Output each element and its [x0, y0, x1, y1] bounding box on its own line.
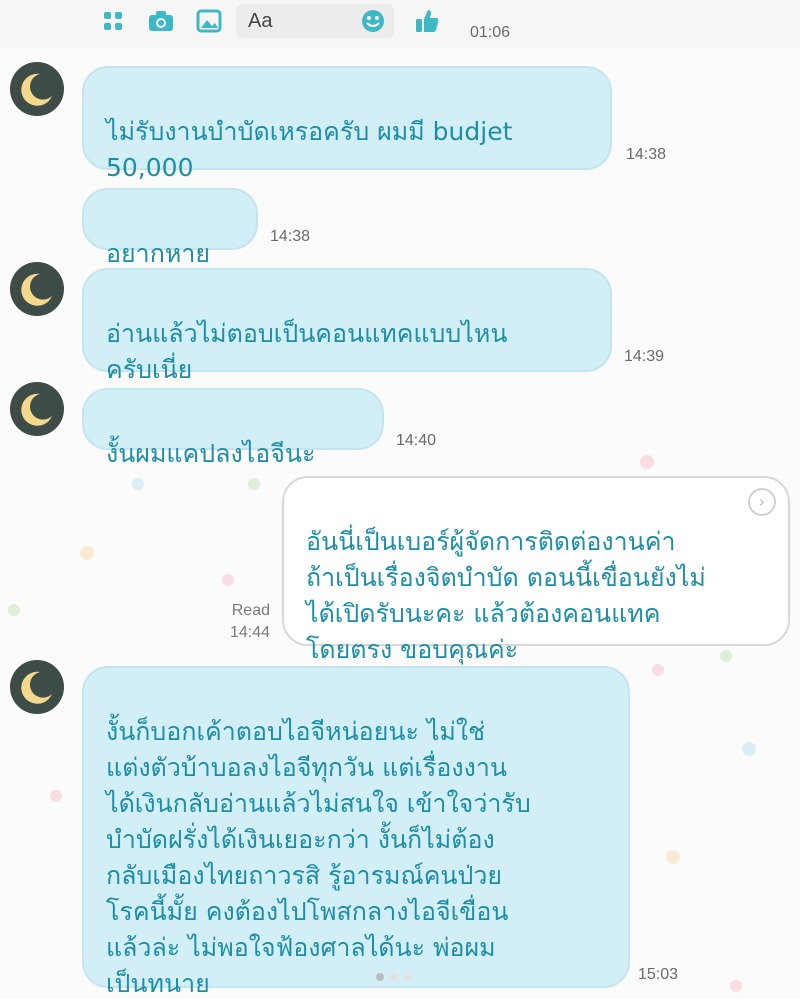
message-bubble-outgoing[interactable]: อันนี่เป็นเบอร์ผู้จัดการติดต่องานค่า ถ้า…: [282, 476, 790, 664]
message-bubble[interactable]: งั้นผมแคปลงไอจีนะ: [82, 388, 384, 468]
message-time: 14:38: [270, 228, 311, 245]
message-time: 14:39: [624, 348, 665, 365]
message-bubble[interactable]: งั้นก็บอกเค้าตอบไอจีหน่อยนะ ไม่ใช่ แต่งต…: [82, 666, 630, 998]
avatar[interactable]: [10, 62, 64, 116]
message-time: 14:44: [229, 624, 270, 641]
message-text: อันนี่เป็นเบอร์ผู้จัดการติดต่องานค่า ถ้า…: [306, 527, 706, 664]
message-input-placeholder: Aa: [248, 10, 273, 32]
message-time: 14:38: [626, 146, 667, 163]
thumbs-up-icon[interactable]: [412, 6, 442, 36]
toolbar-timestamp: 01:06: [470, 24, 511, 41]
moon-icon: [21, 393, 52, 426]
message-time: 14:40: [396, 432, 437, 449]
read-receipt: Read 14:44: [210, 600, 270, 644]
avatar[interactable]: [10, 660, 64, 714]
avatar[interactable]: [10, 262, 64, 316]
page-indicator: [376, 966, 418, 985]
moon-icon: [21, 73, 52, 106]
message-time: 15:03: [638, 966, 679, 983]
moon-icon: [21, 671, 52, 704]
page-dot: [404, 973, 412, 981]
page-dot: [390, 973, 398, 981]
moon-icon: [21, 273, 52, 306]
message-text: อยากหาย: [106, 239, 211, 268]
message-bubble[interactable]: อยากหาย: [82, 188, 258, 268]
apps-icon[interactable]: [98, 6, 128, 36]
image-icon[interactable]: [194, 6, 224, 36]
message-text: งั้นก็บอกเค้าตอบไอจีหน่อยนะ ไม่ใช่ แต่งต…: [106, 717, 531, 998]
chevron-right-icon[interactable]: ›: [748, 488, 776, 516]
message-toolbar: Aa 01:06: [0, 0, 800, 48]
message-bubble[interactable]: อ่านแล้วไม่ตอบเป็นคอนแทคแบบไหน ครับเนี่ย: [82, 268, 612, 384]
read-status: Read: [231, 602, 270, 619]
page-dot: [376, 973, 384, 981]
message-bubble[interactable]: ไม่รับงานบำบัดเหรอครับ ผมมี budjet 50,00…: [82, 66, 612, 182]
emoji-icon[interactable]: [358, 6, 388, 36]
message-text: งั้นผมแคปลงไอจีนะ: [106, 439, 316, 468]
camera-icon[interactable]: [146, 6, 176, 36]
avatar[interactable]: [10, 382, 64, 436]
